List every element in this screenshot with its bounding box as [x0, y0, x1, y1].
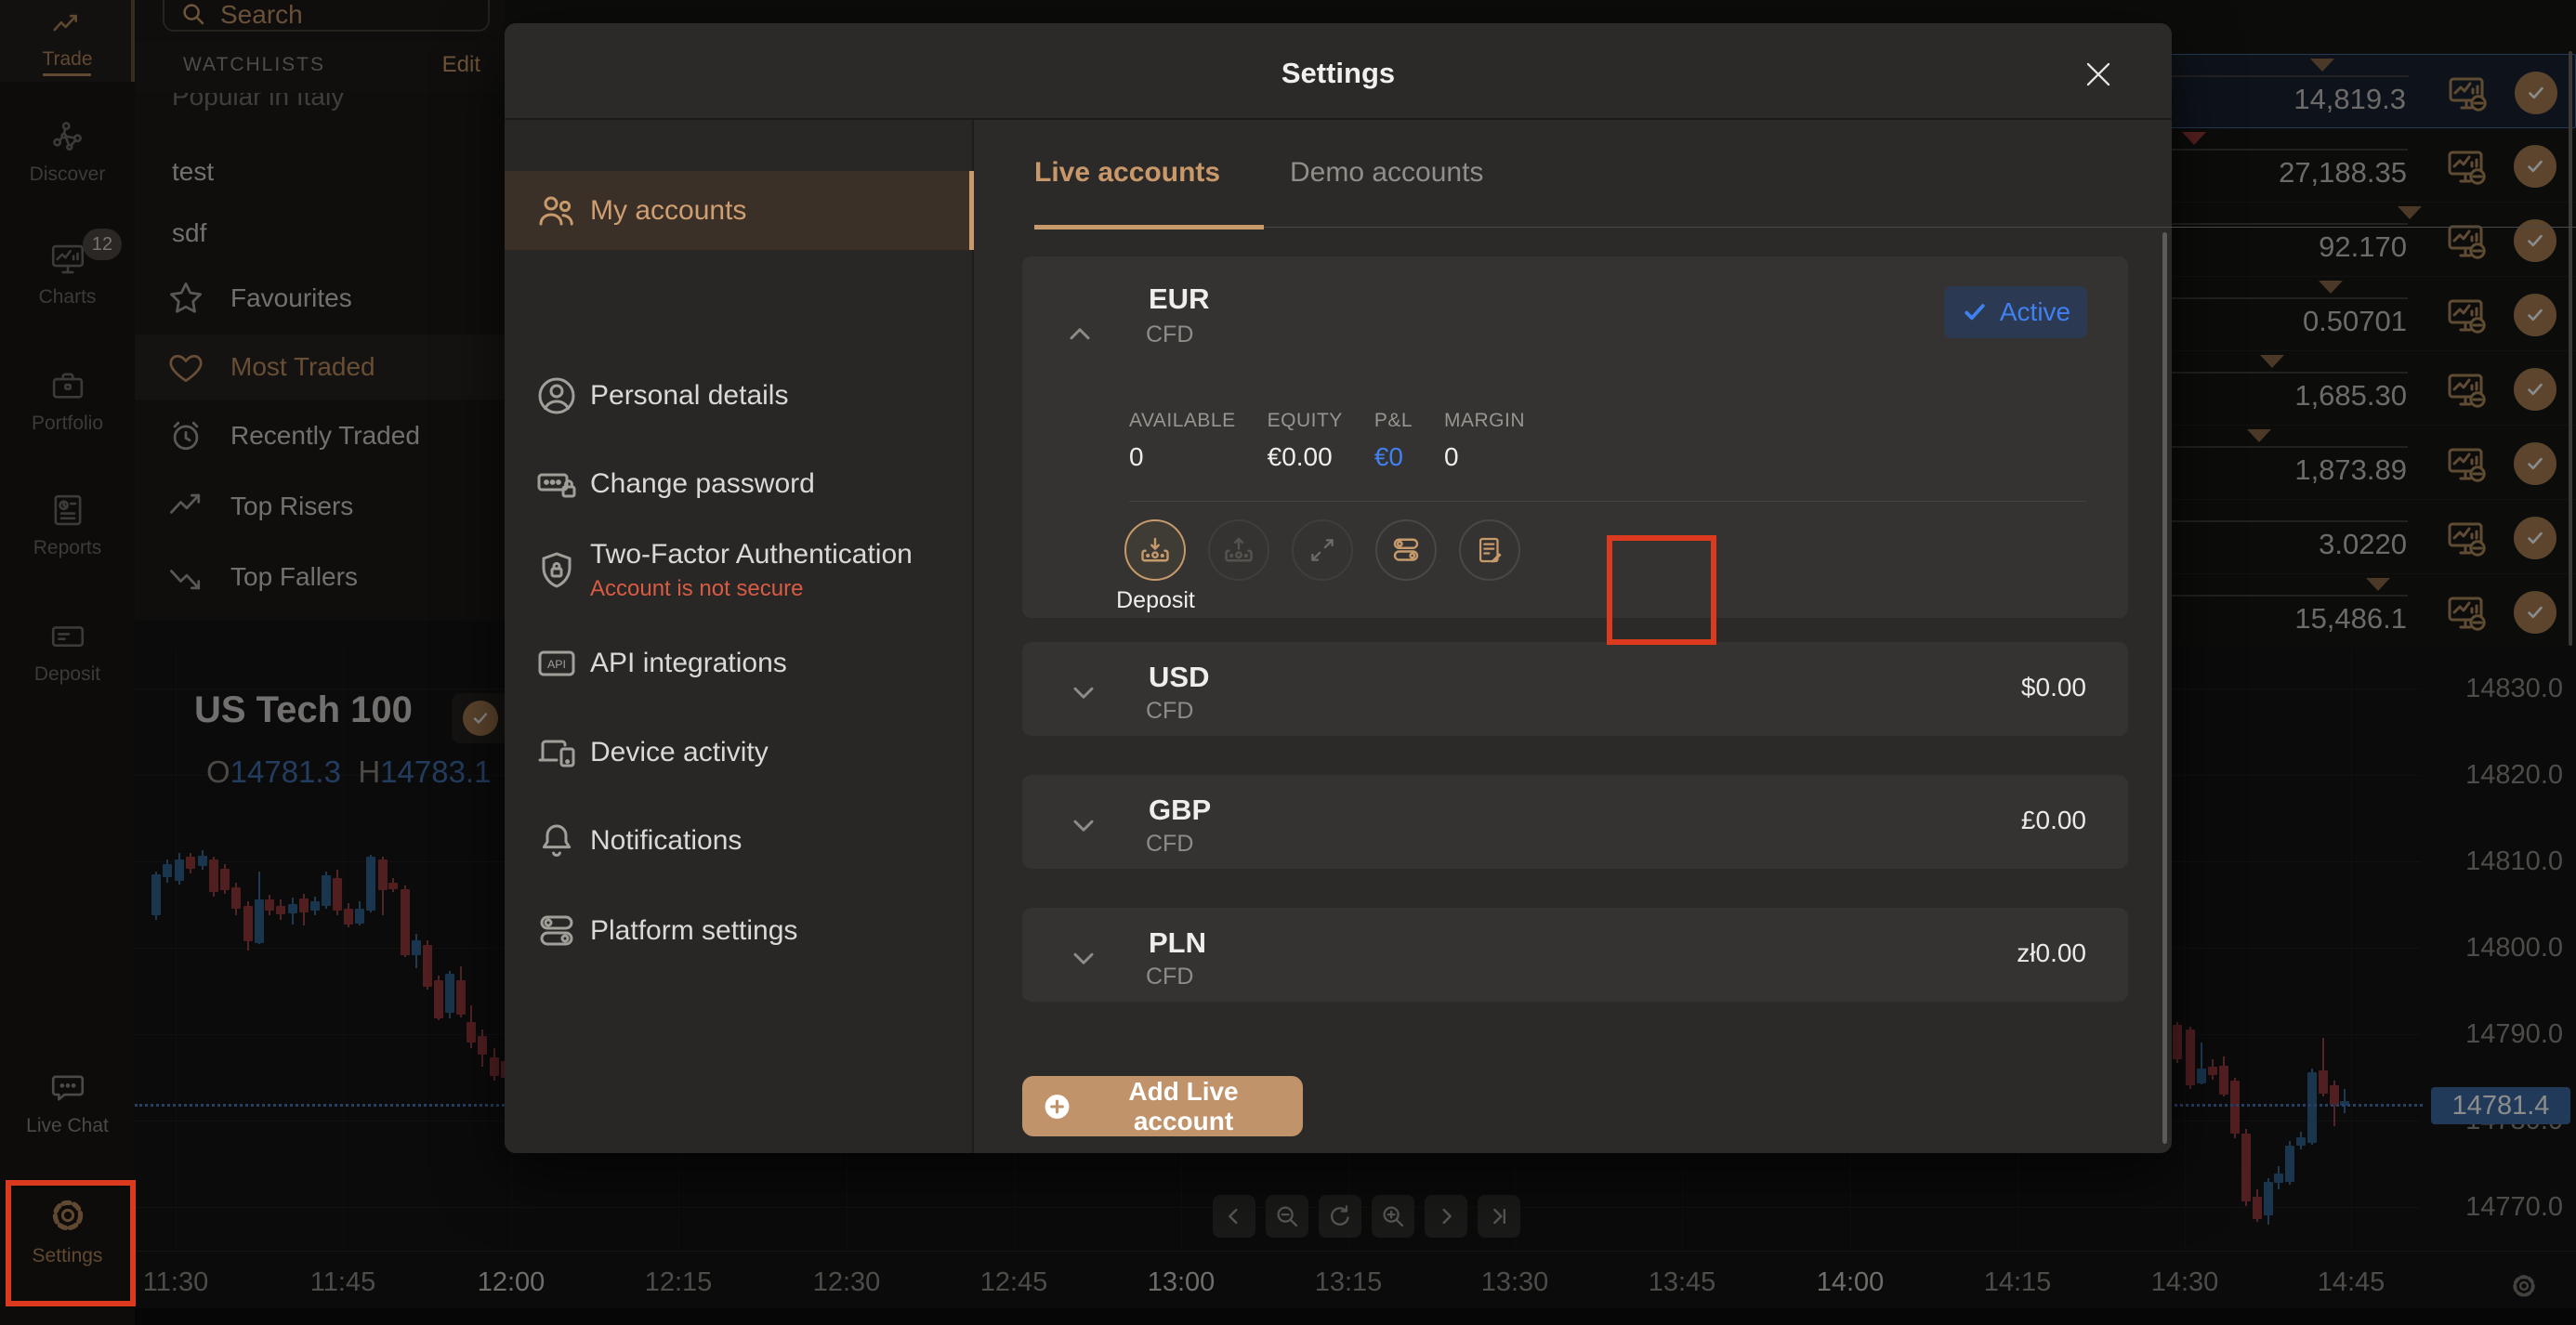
settings-modal: Settings My accounts Personal details Ch… [505, 23, 2576, 1153]
nav-item-notifications[interactable]: Notifications [505, 800, 974, 882]
shield-lock-icon [534, 548, 579, 593]
statement-button[interactable] [1459, 519, 1520, 581]
nav-item-device-activity[interactable]: Device activity [505, 712, 974, 794]
chevron-down-icon[interactable] [1067, 808, 1100, 842]
account-card[interactable]: USD CFD $0.00 [1022, 642, 2128, 736]
card-divider [1129, 501, 2086, 502]
nav-item-platform-settings[interactable]: Platform settings [505, 890, 974, 972]
account-stats: AVAILABLE 0 EQUITY €0.00 P&L €0 MARGIN 0 [1129, 410, 1525, 472]
account-currency: PLN [1149, 926, 1206, 959]
chevron-down-icon[interactable] [1067, 676, 1100, 709]
chevron-up-icon[interactable] [1063, 318, 1097, 351]
devices-icon [534, 730, 579, 775]
chevron-down-icon[interactable] [1067, 941, 1100, 975]
stat-block: P&L €0 [1373, 410, 1413, 471]
toggles-icon [534, 909, 579, 953]
api-icon: API [534, 641, 579, 686]
settings-nav: My accounts Personal details Change pass… [505, 120, 974, 1153]
tab-live-accounts[interactable]: Live accounts [1034, 157, 1220, 189]
nav-item-personal-details[interactable]: Personal details [505, 355, 974, 437]
manage-account-button[interactable] [1375, 519, 1437, 581]
close-icon[interactable] [2081, 57, 2116, 92]
modal-title: Settings [1281, 57, 1396, 89]
account-type: CFD [1146, 964, 1194, 990]
stat-block: EQUITY €0.00 [1267, 410, 1343, 471]
password-icon [534, 462, 579, 506]
account-currency: USD [1149, 661, 1210, 693]
people-icon [534, 189, 579, 233]
bell-icon [534, 819, 579, 863]
nav-item-api-integrations[interactable]: API API integrations [505, 623, 974, 704]
account-card-eur: EUR CFD Active AVAILABLE 0 EQUITY €0.00 … [1022, 256, 2128, 618]
two-factor-warning: Account is not secure [590, 576, 804, 601]
account-card[interactable]: GBP CFD £0.00 [1022, 775, 2128, 869]
svg-text:API: API [547, 658, 566, 671]
status-badge: Active [1944, 286, 2087, 338]
account-type: CFD [1146, 698, 1194, 724]
account-balance: $0.00 [2020, 673, 2086, 702]
person-icon [534, 374, 579, 418]
add-live-account-button[interactable]: Add Live account [1022, 1076, 1303, 1136]
account-card[interactable]: PLN CFD zł0.00 [1022, 908, 2128, 1002]
nav-item-change-password[interactable]: Change password [505, 443, 974, 525]
withdraw-button[interactable] [1208, 519, 1269, 581]
transfer-button[interactable] [1292, 519, 1353, 581]
trading-app: 14830.0 14820.0 14810.0 14800.0 14790.0 … [0, 0, 2576, 1325]
account-type: CFD [1146, 831, 1194, 857]
stat-block: MARGIN 0 [1444, 410, 1526, 471]
stat-block: AVAILABLE 0 [1129, 410, 1236, 471]
account-type: CFD [1146, 321, 1194, 348]
deposit-button[interactable] [1124, 519, 1186, 581]
account-currency: EUR [1149, 282, 1210, 315]
annotation-deposit-highlight [1607, 535, 1716, 645]
account-balance: zł0.00 [2017, 938, 2086, 967]
annotation-settings-highlight [6, 1180, 136, 1306]
account-balance: £0.00 [2020, 806, 2086, 834]
account-actions [1124, 519, 1520, 581]
account-currency: GBP [1149, 794, 1212, 826]
nav-item-two-factor[interactable]: Two-Factor Authentication Account is not… [505, 519, 974, 622]
nav-item-my-accounts[interactable]: My accounts [505, 171, 974, 250]
tab-demo-accounts[interactable]: Demo accounts [1290, 157, 1483, 189]
deposit-action-label: Deposit [1116, 587, 1195, 613]
modal-scrollbar[interactable] [2162, 232, 2167, 1144]
tab-divider [1034, 227, 2576, 228]
active-tab-underline [1034, 225, 1264, 230]
